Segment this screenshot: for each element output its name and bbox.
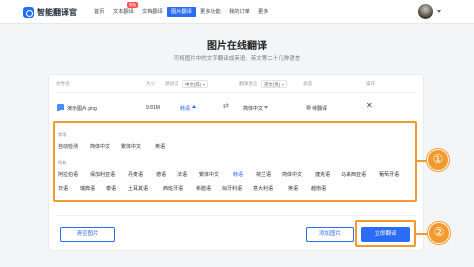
chevron-down-icon[interactable] bbox=[437, 10, 441, 13]
header-filename: 文件名 bbox=[56, 81, 70, 86]
logo-text: 智能翻译官 bbox=[37, 7, 77, 17]
lang-option[interactable]: 马来西亚语 bbox=[341, 171, 366, 178]
logo-icon bbox=[23, 6, 34, 18]
lang-option[interactable]: 自动检测 bbox=[58, 143, 78, 150]
header-size: 大小 bbox=[146, 81, 156, 86]
lang-option[interactable]: 英语 bbox=[288, 185, 298, 192]
nav-item-home[interactable]: 首页 bbox=[94, 8, 104, 15]
row-source-lang[interactable]: 韩语 bbox=[180, 105, 190, 112]
divider bbox=[56, 92, 416, 93]
nav-item-image-translate[interactable]: 图片翻译 bbox=[167, 6, 196, 17]
lang-option[interactable]: 阿拉伯语 bbox=[58, 171, 78, 178]
logo[interactable]: 智能翻译官 bbox=[23, 6, 77, 18]
file-size: 9.81M bbox=[146, 105, 160, 111]
target-lang-select[interactable]: 英文(英) bbox=[261, 80, 287, 88]
chevron-up-icon[interactable] bbox=[192, 105, 196, 108]
lang-option[interactable]: 简体中文 bbox=[90, 143, 110, 150]
source-lang-select[interactable]: 中文(简) bbox=[182, 80, 208, 88]
lang-option[interactable]: 匈牙利语 bbox=[222, 185, 242, 192]
file-status: 待翻译 bbox=[312, 106, 328, 112]
translate-now-button[interactable]: 立即翻译 bbox=[361, 227, 410, 242]
lang-option-selected[interactable]: 韩语 bbox=[233, 171, 243, 178]
source-lang-select-value: 中文(简) bbox=[185, 82, 202, 87]
callout-connector bbox=[416, 233, 428, 235]
file-name: 演示图片.png bbox=[67, 106, 97, 112]
lang-option[interactable]: 法语 bbox=[177, 171, 187, 178]
lang-option[interactable]: 保加利亚语 bbox=[90, 171, 115, 178]
page-title: 图片在线翻译 bbox=[207, 41, 267, 52]
nav-item-more-features[interactable]: 更多功能 bbox=[200, 8, 221, 15]
free-badge: 限免 bbox=[127, 2, 139, 8]
chevron-down-icon bbox=[282, 83, 284, 86]
lang-option[interactable]: 荷兰语 bbox=[256, 171, 271, 178]
callout-badge-1: ① bbox=[427, 149, 449, 171]
nav-item-more[interactable]: 更多 bbox=[258, 8, 268, 15]
lang-option[interactable]: 西班牙语 bbox=[163, 185, 183, 192]
status-icon bbox=[306, 105, 311, 110]
row-target-lang[interactable]: 简体中文 bbox=[243, 105, 263, 112]
page-subtitle: 可将图片中的文字翻译成英语、英文等二十几种语言 bbox=[173, 56, 301, 62]
close-icon[interactable]: ✕ bbox=[366, 101, 373, 110]
callout-connector bbox=[417, 160, 427, 162]
divider bbox=[56, 215, 416, 216]
common-languages-label: 常用 bbox=[58, 132, 67, 137]
lang-option[interactable]: 日语 bbox=[58, 185, 68, 192]
lang-option[interactable]: 越南语 bbox=[311, 185, 326, 192]
lang-option[interactable]: 泰语 bbox=[106, 185, 116, 192]
lang-option[interactable]: 意大利语 bbox=[253, 185, 273, 192]
header-target: 翻译语言 bbox=[239, 81, 258, 86]
lang-option[interactable]: 捷克语 bbox=[315, 171, 330, 178]
all-languages-label: 所有 bbox=[58, 160, 67, 165]
chevron-down-icon bbox=[203, 83, 205, 86]
lang-option[interactable]: 土耳其语 bbox=[128, 185, 148, 192]
header-status: 状态 bbox=[303, 81, 313, 86]
header-source: 源语言 bbox=[165, 81, 179, 86]
image-file-icon bbox=[57, 104, 65, 112]
lang-option[interactable]: 丹麦语 bbox=[128, 171, 143, 178]
lang-option[interactable]: 德语 bbox=[156, 171, 166, 178]
swap-icon[interactable]: ⇄ bbox=[223, 102, 229, 110]
callout-badge-2: ② bbox=[428, 222, 450, 244]
chevron-down-icon[interactable] bbox=[264, 106, 268, 109]
lang-option[interactable]: 英语 bbox=[155, 143, 165, 150]
nav-item-doc-translate[interactable]: 文档翻译 bbox=[142, 8, 163, 15]
nav-item-text-translate[interactable]: 文本翻译 bbox=[113, 8, 134, 15]
nav-item-my-orders[interactable]: 我的订单 bbox=[229, 8, 250, 15]
lang-option[interactable]: 繁体中文 bbox=[199, 171, 219, 178]
target-lang-select-value: 英文(英) bbox=[264, 82, 281, 87]
lang-option[interactable]: 瑞典语 bbox=[80, 185, 95, 192]
avatar[interactable] bbox=[418, 4, 433, 19]
add-image-button[interactable]: 添加图片 bbox=[306, 227, 354, 242]
header-action: 操作 bbox=[366, 81, 376, 86]
clear-images-button[interactable]: 清空图片 bbox=[60, 227, 115, 242]
lang-option[interactable]: 繁体中文 bbox=[121, 143, 141, 150]
lang-option[interactable]: 葡萄牙语 bbox=[379, 171, 399, 178]
lang-option[interactable]: 希腊语 bbox=[196, 185, 211, 192]
lang-option[interactable]: 简体中文 bbox=[282, 171, 302, 178]
top-nav: 智能翻译官 首页 文本翻译 限免 文档翻译 图片翻译 更多功能 我的订单 更多 bbox=[0, 0, 474, 24]
